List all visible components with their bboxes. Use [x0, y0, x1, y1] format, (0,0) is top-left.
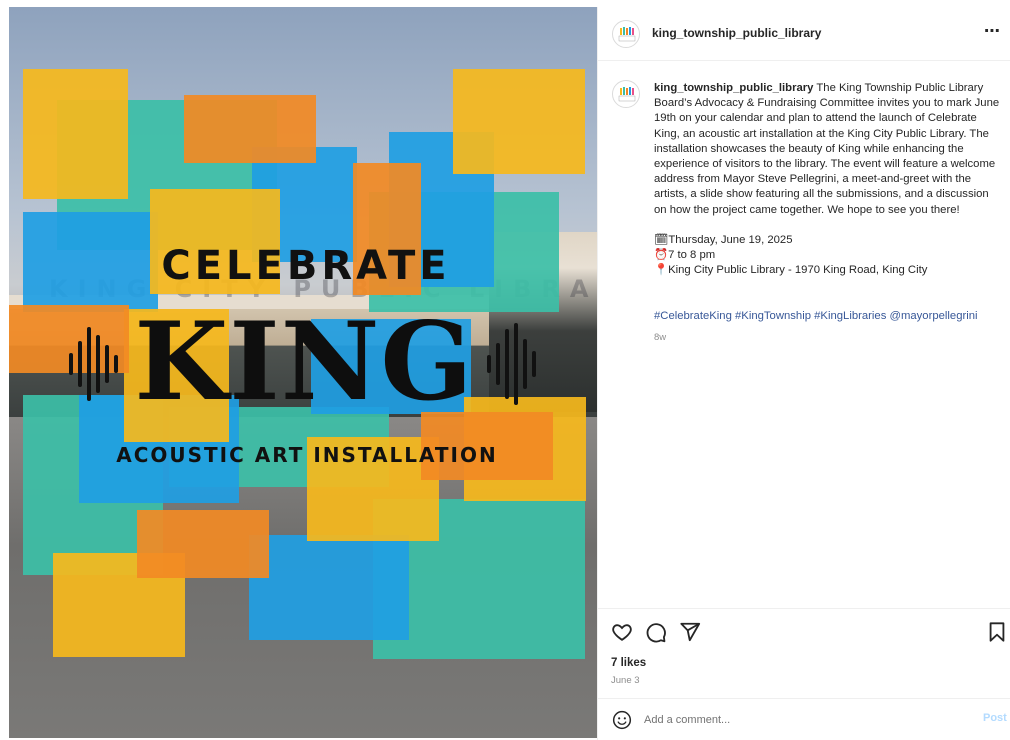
caption-time-ago: 8w — [654, 332, 667, 343]
post-date: June 3 — [611, 675, 640, 686]
art-tile — [23, 69, 128, 199]
emoji-icon[interactable] — [612, 710, 632, 730]
post-details-panel: king_township_public_library ⋯ king_town… — [597, 7, 1010, 740]
art-tile — [137, 510, 269, 578]
headline-king: KING — [134, 299, 474, 425]
caption-username[interactable]: king_township_public_library — [654, 82, 813, 94]
post-header: king_township_public_library ⋯ — [598, 7, 1010, 61]
sound-wave-icon — [69, 327, 118, 401]
like-count[interactable]: 7 likes — [611, 657, 646, 669]
post-comment-button[interactable]: Post — [983, 712, 1007, 724]
bookmark-icon[interactable] — [986, 621, 1008, 643]
comment-icon[interactable] — [645, 621, 667, 643]
event-time: ⏰7 to 8 pm — [654, 249, 716, 262]
art-tile — [184, 95, 316, 163]
post-username[interactable]: king_township_public_library — [652, 26, 821, 40]
library-logo-icon — [618, 87, 636, 102]
hashtags[interactable]: #CelebrateKing #KingTownship #KingLibrar… — [654, 310, 1002, 322]
instagram-post-window: KING CITY PUBLIC LIBRARY CELEBRATE KING … — [0, 0, 1010, 740]
avatar[interactable] — [612, 20, 640, 48]
comment-input[interactable] — [644, 711, 964, 729]
caption-body: The King Township Public Library Board’s… — [654, 82, 1000, 216]
heart-icon[interactable] — [611, 621, 633, 643]
post-image[interactable]: KING CITY PUBLIC LIBRARY CELEBRATE KING … — [9, 7, 597, 738]
share-icon[interactable] — [679, 621, 701, 643]
art-tile — [453, 69, 585, 174]
art-tile — [249, 535, 409, 640]
event-date: 🗓Thursday, June 19, 2025 — [654, 233, 793, 246]
more-icon[interactable]: ⋯ — [984, 21, 1000, 41]
library-logo-icon — [618, 27, 636, 42]
caption-text: king_township_public_library The King To… — [654, 81, 1002, 278]
comment-bar: Post — [598, 698, 1010, 740]
avatar[interactable] — [612, 80, 640, 108]
caption-section: king_township_public_library The King To… — [598, 62, 1010, 607]
headline-celebrate: CELEBRATE — [161, 243, 451, 289]
headline-acoustic: ACOUSTIC ART INSTALLATION — [116, 443, 498, 467]
event-location: 📍King City Public Library - 1970 King Ro… — [654, 264, 928, 277]
action-bar: 7 likes June 3 — [598, 608, 1010, 698]
sound-wave-icon — [487, 323, 536, 405]
